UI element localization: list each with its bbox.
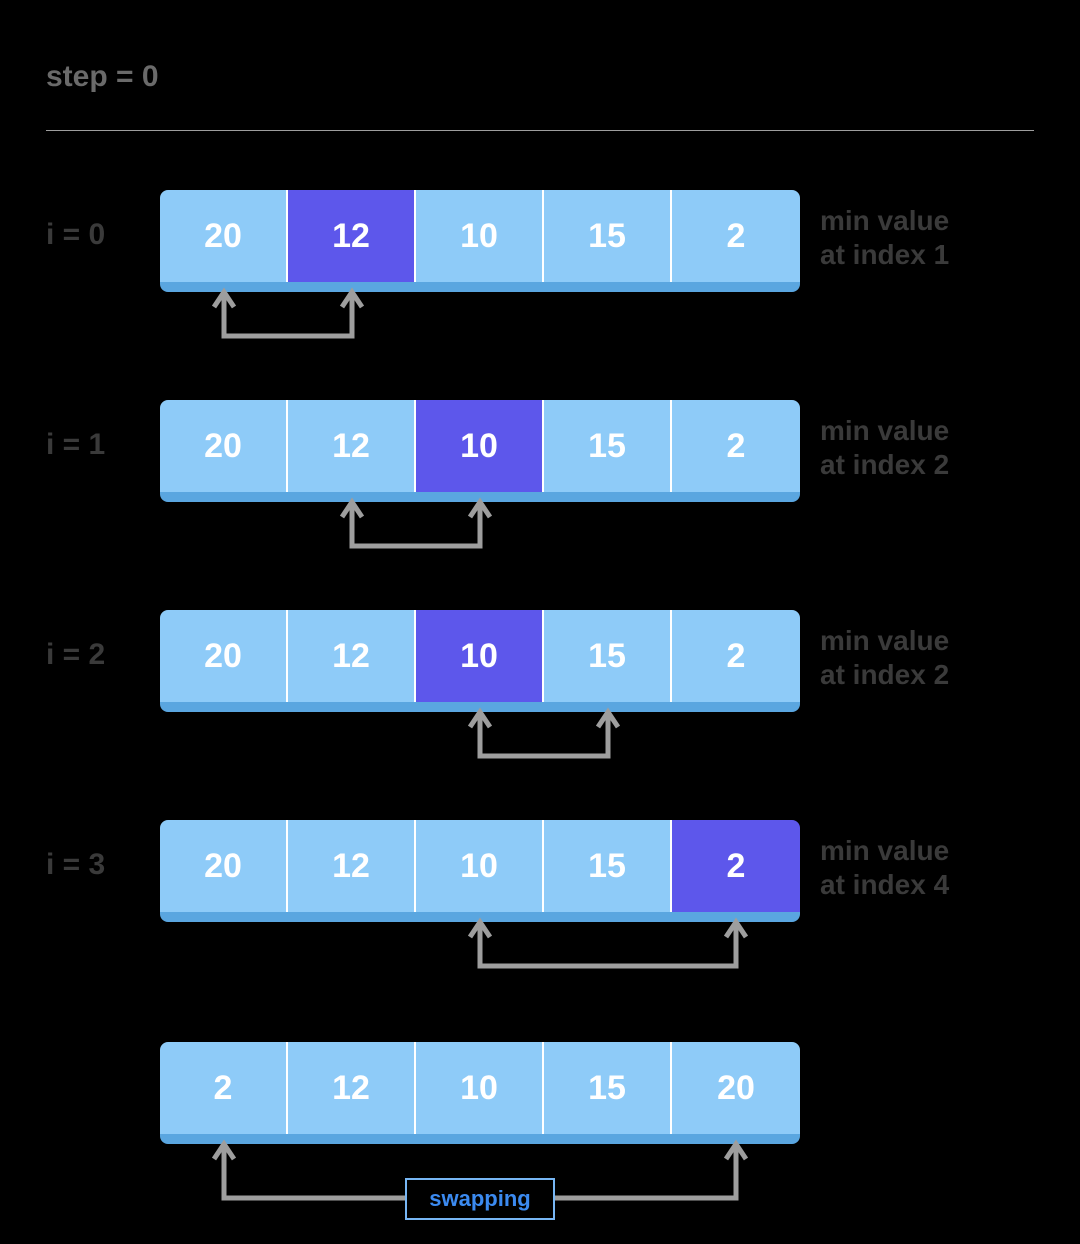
divider bbox=[46, 130, 1034, 131]
swapping-label: swapping bbox=[405, 1178, 555, 1220]
comparison-connector bbox=[0, 820, 1080, 986]
comparison-connector bbox=[0, 610, 1080, 776]
array-row: i = 1201210152min valueat index 2 bbox=[0, 400, 1080, 492]
array-row: i = 0201210152min valueat index 1 bbox=[0, 190, 1080, 282]
array-row: 212101520 swapping bbox=[0, 1042, 1080, 1134]
comparison-connector bbox=[0, 190, 1080, 356]
step-label: step = 0 bbox=[46, 60, 159, 94]
comparison-connector bbox=[0, 400, 1080, 566]
array-row: i = 2201210152min valueat index 2 bbox=[0, 610, 1080, 702]
array-row: i = 3201210152min valueat index 4 bbox=[0, 820, 1080, 912]
